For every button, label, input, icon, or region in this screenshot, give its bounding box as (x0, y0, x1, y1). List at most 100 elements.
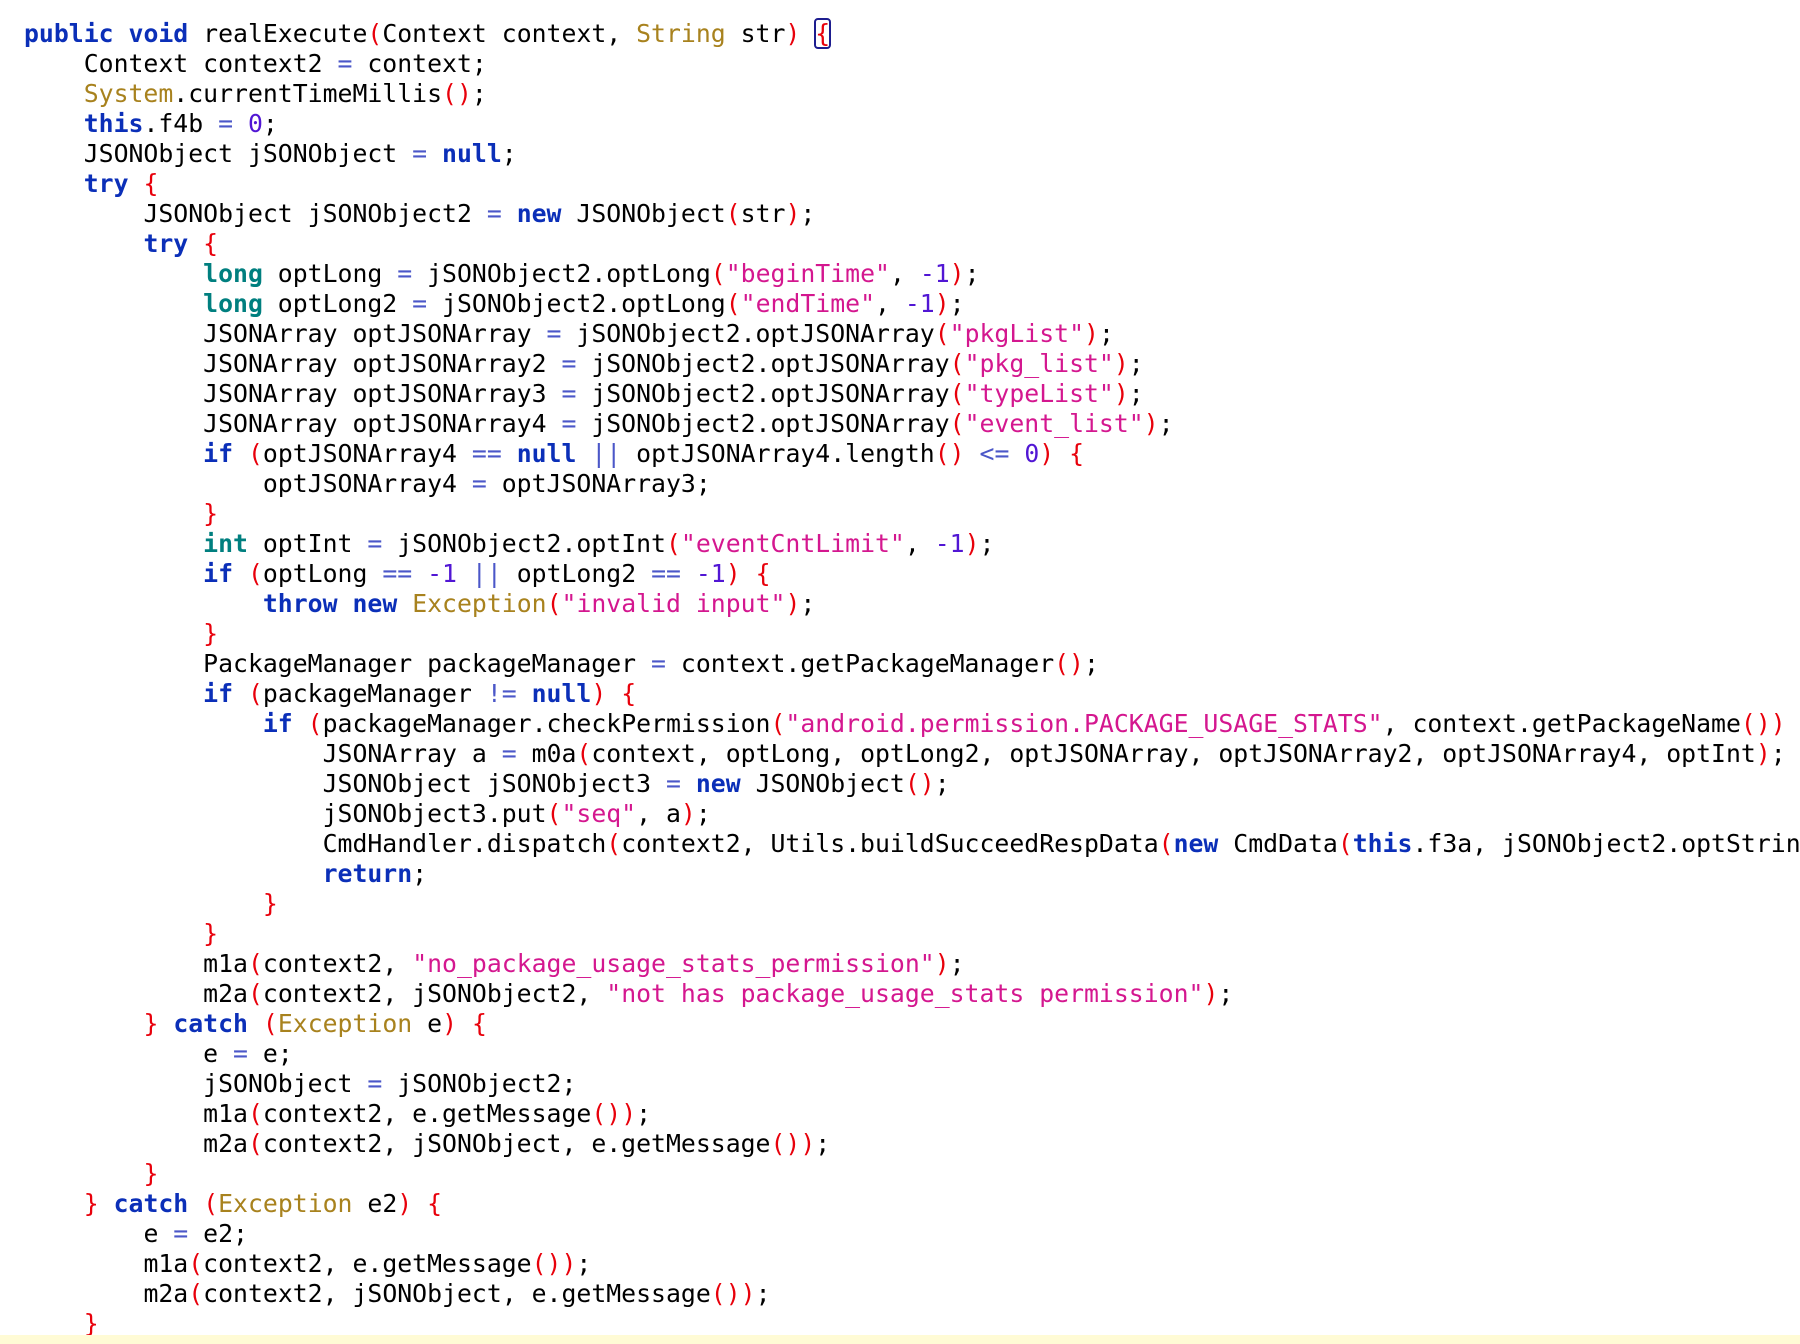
identifier-token: context2, jSONObject, e.getMessage (262, 1129, 771, 1158)
code-line: } catch (Exception e) { (24, 1009, 1800, 1039)
string-token: "no_package_usage_stats_permission" (412, 949, 935, 978)
bracket-token: ) (1203, 979, 1219, 1008)
identifier-token: context2, jSONObject, e.getMessage (203, 1279, 711, 1308)
identifier-token: str (740, 199, 786, 228)
keyword-token: void (128, 19, 189, 48)
number-token: -1 (919, 259, 950, 288)
identifier-token: context2, e.getMessage (203, 1249, 532, 1278)
identifier-token: JSONObject (561, 199, 726, 228)
identifier-token: context, optLong, optLong2, optJSONArray… (591, 739, 1756, 768)
code-text-area[interactable]: public void realExecute(Context context,… (24, 18, 1800, 1339)
code-line: JSONArray optJSONArray4 = jSONObject2.op… (24, 409, 1800, 439)
bracket-token: ( (934, 319, 950, 348)
bracket-token: ( (367, 19, 383, 48)
identifier-token (233, 109, 248, 138)
keyword-token: return (322, 859, 413, 888)
keyword-token: public (24, 19, 114, 48)
code-line: } (24, 919, 1800, 949)
identifier-token: JSONObject jSONObject3 (322, 769, 666, 798)
identifier-token (502, 199, 517, 228)
operator-token: != (486, 679, 517, 708)
bracket-token: ( (247, 1129, 263, 1158)
bracket-token: { (427, 1189, 443, 1218)
code-line: jSONObject3.put("seq", a); (24, 799, 1800, 829)
bracket-token: { (471, 1009, 487, 1038)
operator-token: || (471, 559, 502, 588)
bracket-token: ( (949, 409, 965, 438)
identifier-token: , (875, 289, 905, 318)
string-token: "pkg_list" (964, 349, 1114, 378)
type-token: int (203, 529, 248, 558)
bracket-token: ) (1113, 349, 1129, 378)
identifier-token: ; (1770, 739, 1786, 768)
identifier-token: CmdData (1218, 829, 1338, 858)
bracket-token: ) (785, 589, 801, 618)
operator-token: = (367, 529, 383, 558)
identifier-token: e (143, 1219, 174, 1248)
code-line: } (24, 619, 1800, 649)
bracket-token: ( (546, 589, 562, 618)
identifier-token: JSONObject jSONObject (83, 139, 413, 168)
keyword-token: try (143, 229, 189, 258)
identifier-token: ; (755, 1279, 771, 1308)
identifier-token: e (412, 1009, 443, 1038)
bracket-token: } (83, 1189, 99, 1218)
identifier-token: realExecute (188, 19, 368, 48)
identifier-token: optLong2 (501, 559, 652, 588)
class-token: Exception (412, 589, 547, 618)
keyword-token: this (83, 109, 144, 138)
bracket-token: ) (1113, 379, 1129, 408)
identifier-token: Context context, (382, 19, 637, 48)
identifier-token: ; (636, 1099, 652, 1128)
identifier-token: JSONArray a (322, 739, 502, 768)
bracket-token: ()) (591, 1099, 637, 1128)
identifier-token (188, 229, 203, 258)
identifier-token (158, 1009, 173, 1038)
identifier-token: JSONArray optJSONArray (203, 319, 547, 348)
identifier-token: jSONObject (203, 1069, 368, 1098)
identifier-token: jSONObject2.optLong (427, 289, 726, 318)
identifier-token: CmdHandler.dispatch (322, 829, 607, 858)
number-token: -1 (427, 559, 457, 588)
identifier-token: ; (1098, 319, 1114, 348)
bracket-token: } (143, 1009, 159, 1038)
code-line: JSONObject jSONObject3 = new JSONObject(… (24, 769, 1800, 799)
identifier-token: context2, Utils.buildSucceedRespData (621, 829, 1159, 858)
bracket-token: ( (576, 739, 592, 768)
number-token: -1 (904, 289, 935, 318)
string-token: "endTime" (740, 289, 876, 318)
code-line: JSONArray optJSONArray = jSONObject2.opt… (24, 319, 1800, 349)
bracket-token: ) (964, 529, 980, 558)
code-line: if (optLong == -1 || optLong2 == -1) { (24, 559, 1800, 589)
bracket-token: ()) (770, 1129, 816, 1158)
bracket-token: { (143, 169, 159, 198)
string-token: "eventCntLimit" (680, 529, 905, 558)
identifier-token (129, 169, 144, 198)
identifier-token: ; (576, 1249, 592, 1278)
operator-token: = (561, 379, 577, 408)
code-line: m2a(context2, jSONObject, e.getMessage()… (24, 1279, 1800, 1309)
code-editor[interactable]: public void realExecute(Context context,… (0, 0, 1800, 1344)
bracket-token: ( (665, 529, 681, 558)
operator-token: == (382, 559, 413, 588)
bracket-token: () (442, 79, 472, 108)
identifier-token: ; (501, 139, 517, 168)
bracket-token: ( (1337, 829, 1353, 858)
code-line: JSONArray optJSONArray2 = jSONObject2.op… (24, 349, 1800, 379)
string-token: "not has package_usage_stats permission" (606, 979, 1204, 1008)
bracket-token: } (143, 1159, 159, 1188)
bracket-token: ( (1158, 829, 1174, 858)
bracket-token: ) (1084, 319, 1099, 348)
bracket-token: ) (1755, 739, 1771, 768)
bracket-token: ) (1143, 409, 1159, 438)
keyword-token: new (1173, 829, 1219, 858)
identifier-token: PackageManager packageManager (203, 649, 652, 678)
